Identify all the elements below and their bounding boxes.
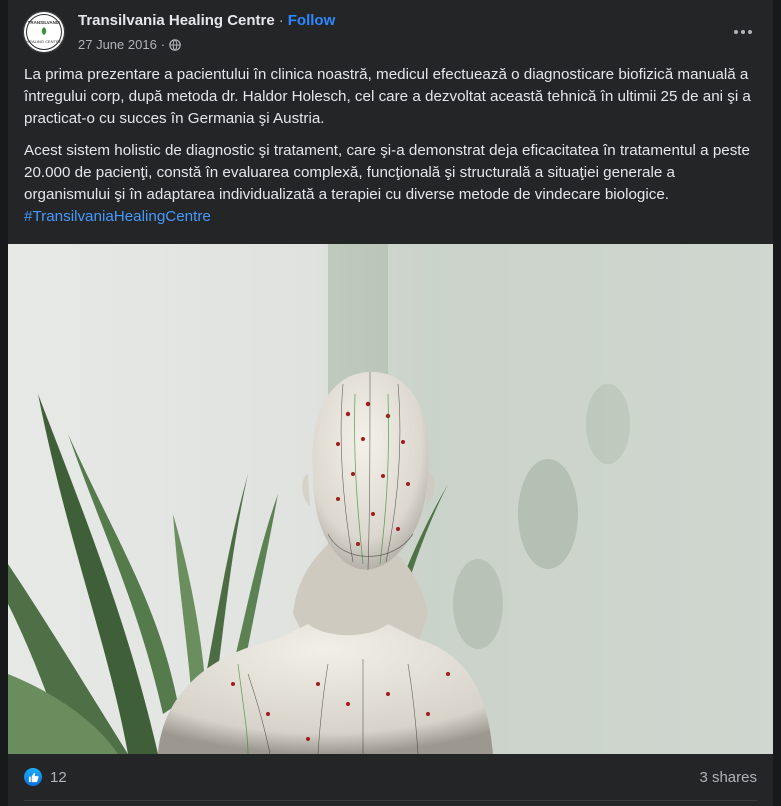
footer-divider: [24, 800, 757, 801]
page-avatar[interactable]: TRANSILVANIA HEALING CENTRE: [24, 12, 64, 52]
post-footer: 12 3 shares: [24, 760, 757, 794]
follow-button[interactable]: Follow: [288, 12, 336, 29]
post-paragraph-1: La prima prezentare a pacientului în cli…: [24, 66, 751, 127]
like-reaction-icon: [24, 768, 42, 786]
page-name-link[interactable]: Transilvania Healing Centre: [78, 12, 275, 29]
post-body: La prima prezentare a pacientului în cli…: [24, 64, 759, 238]
more-options-button[interactable]: [729, 18, 757, 46]
post-date-link[interactable]: 27 June 2016: [78, 37, 157, 52]
more-dot: [741, 30, 745, 34]
shares-count[interactable]: 3 shares: [699, 769, 757, 786]
post-header: TRANSILVANIA HEALING CENTRE Transilvania…: [24, 10, 757, 58]
more-dot: [748, 30, 752, 34]
post-paragraph-2: Acest sistem holistic de diagnostic şi t…: [24, 140, 759, 228]
reactions-summary[interactable]: 12: [24, 768, 67, 786]
like-count: 12: [50, 768, 67, 786]
post-meta: 27 June 2016 ·: [78, 37, 181, 52]
acupuncture-model-image: [8, 244, 773, 754]
post-photo[interactable]: [8, 244, 773, 754]
paragraph-2-text: Acest sistem holistic de diagnostic şi t…: [24, 142, 750, 203]
leaf-icon: [41, 27, 47, 35]
post-card: TRANSILVANIA HEALING CENTRE Transilvania…: [8, 0, 773, 806]
more-dot: [734, 30, 738, 34]
title-separator: ·: [278, 12, 284, 29]
globe-icon[interactable]: [169, 38, 181, 51]
meta-separator: ·: [160, 37, 166, 52]
avatar-logo-top-text: TRANSILVANIA: [27, 20, 61, 25]
hashtag-link[interactable]: #TransilvaniaHealingCentre: [24, 208, 211, 225]
avatar-logo-bottom-text: HEALING CENTRE: [26, 39, 62, 44]
post-title-row: Transilvania Healing Centre · Follow: [78, 12, 335, 29]
